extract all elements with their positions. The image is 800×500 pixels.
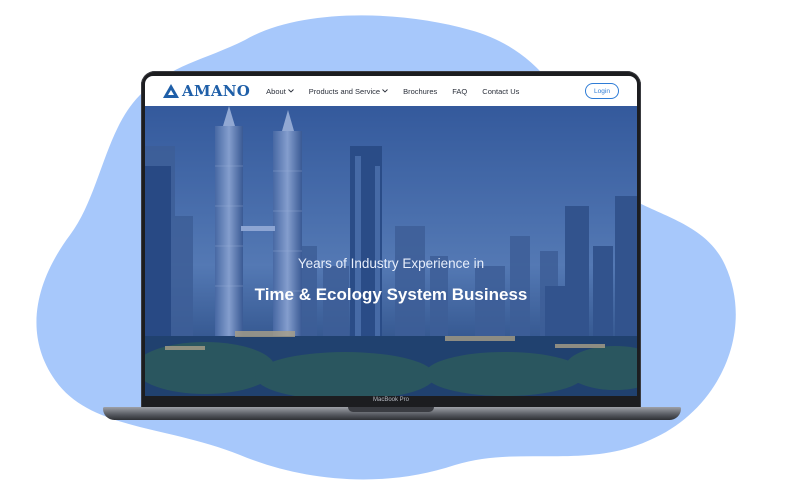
site-logo[interactable]: AMANO bbox=[163, 76, 250, 106]
device-label: MacBook Pro bbox=[372, 397, 409, 403]
site-navbar: AMANO About Products and Service Brochur… bbox=[145, 76, 637, 106]
chevron-down-icon bbox=[287, 89, 294, 93]
laptop-screen: AMANO About Products and Service Brochur… bbox=[145, 76, 637, 396]
hero-subtitle: Years of Industry Experience in bbox=[297, 256, 485, 271]
nav-item-label: Products and Service bbox=[308, 86, 381, 96]
nav-item-brochures[interactable]: Brochures bbox=[403, 87, 437, 96]
nav-links: About Products and Service Brochures FAQ… bbox=[266, 87, 534, 96]
chevron-down-icon bbox=[382, 89, 388, 93]
nav-item-about[interactable]: About bbox=[266, 87, 294, 96]
nav-item-contact-us[interactable]: Contact Us bbox=[482, 87, 519, 96]
nav-item-label: Brochures bbox=[403, 86, 438, 96]
laptop-base-notch bbox=[348, 407, 434, 412]
nav-item-label: Contact Us bbox=[482, 86, 520, 96]
hero-title: Time & Ecology System Business bbox=[254, 285, 528, 304]
hero-banner: Years of Industry Experience in Time & E… bbox=[145, 106, 637, 396]
nav-item-products-and-service[interactable]: Products and Service bbox=[309, 87, 388, 96]
nav-item-label: About bbox=[266, 86, 286, 96]
nav-item-label: FAQ bbox=[452, 86, 468, 96]
hero-overlay bbox=[145, 106, 637, 396]
amano-triangle-icon bbox=[163, 84, 179, 98]
login-button[interactable]: Login bbox=[585, 83, 619, 99]
logo-text: AMANO bbox=[182, 82, 251, 100]
nav-item-faq[interactable]: FAQ bbox=[452, 87, 467, 96]
